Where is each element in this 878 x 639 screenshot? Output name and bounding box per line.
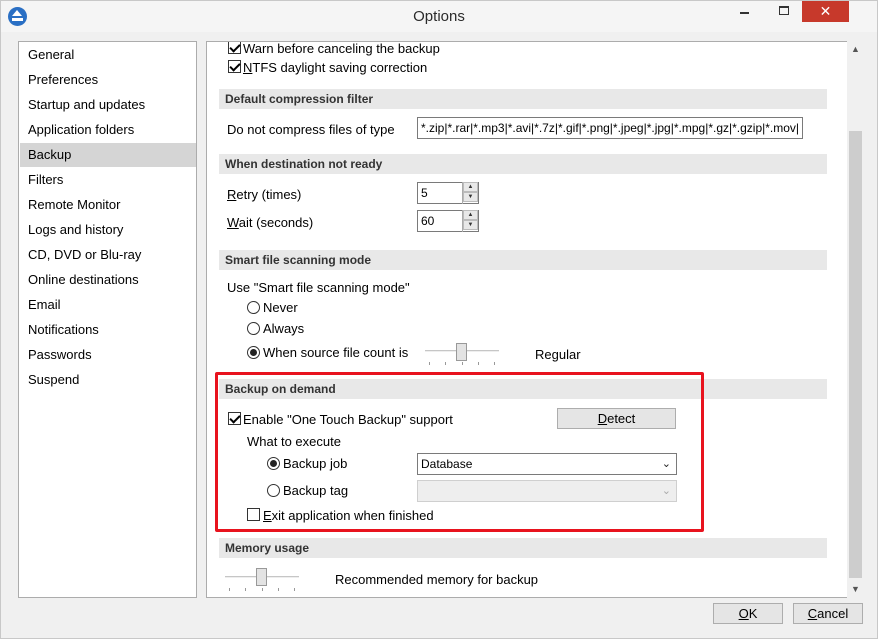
minimize-button[interactable]	[731, 1, 758, 22]
sidebar-item-remote-monitor[interactable]: Remote Monitor	[20, 193, 196, 217]
slider-tick	[229, 588, 230, 591]
sidebar-item-cd-dvd[interactable]: CD, DVD or Blu-ray	[20, 243, 196, 267]
sidebar-item-backup[interactable]: Backup	[20, 143, 196, 167]
smart-scan-count-label: When source file count is	[263, 345, 409, 360]
backup-job-radio[interactable]	[267, 457, 280, 470]
backup-tag-radio[interactable]	[267, 484, 280, 497]
ok-button[interactable]: OK	[713, 603, 783, 624]
wait-spinner[interactable]: ▲ ▼	[462, 210, 478, 232]
slider-tick	[278, 588, 279, 591]
memory-section-header: Memory usage	[219, 538, 827, 558]
warn-cancel-checkbox[interactable]	[228, 42, 241, 54]
sidebar-item-filters[interactable]: Filters	[20, 168, 196, 192]
chevron-down-icon: ⌄	[661, 458, 671, 470]
exit-app-label: Exit application when finished	[263, 508, 434, 523]
smart-scan-prompt: Use "Smart file scanning mode"	[227, 280, 410, 295]
on-demand-section-header: Backup on demand	[219, 379, 827, 399]
ntfs-dst-text: TFS daylight saving correction	[252, 60, 428, 75]
retry-spinner[interactable]: ▲ ▼	[462, 182, 478, 204]
sidebar-item-general[interactable]: General	[20, 43, 196, 67]
smart-scan-never-radio[interactable]	[247, 301, 260, 314]
close-button[interactable]: ✕	[802, 1, 849, 22]
scroll-up-icon[interactable]: ▲	[850, 44, 861, 55]
sidebar-item-startup[interactable]: Startup and updates	[20, 93, 196, 117]
backup-job-label: Backup job	[283, 456, 348, 471]
compression-filter-input[interactable]: *.zip|*.rar|*.mp3|*.avi|*.7z|*.gif|*.png…	[417, 117, 803, 139]
slider-tick	[429, 362, 430, 365]
backup-tag-label: Backup tag	[283, 483, 349, 498]
memory-level-text: Recommended memory for backup	[335, 572, 539, 587]
close-icon: ✕	[819, 3, 832, 19]
backup-settings-panel: Warn before canceling the backup NTFS da…	[206, 41, 864, 598]
spin-up-icon[interactable]: ▲	[463, 210, 478, 220]
backup-tag-select[interactable]: ⌄	[417, 480, 677, 502]
compression-section-header: Default compression filter	[219, 89, 827, 109]
backup-job-value: Database	[421, 457, 473, 471]
what-to-execute-label: What to execute	[247, 434, 341, 449]
smart-scan-count-radio[interactable]	[247, 346, 260, 359]
chevron-down-icon: ⌄	[661, 485, 671, 497]
smart-scan-slider[interactable]	[456, 343, 467, 361]
cancel-button[interactable]: Cancel	[793, 603, 863, 624]
smart-scan-never-label: Never	[263, 300, 298, 315]
sidebar-item-suspend[interactable]: Suspend	[20, 368, 196, 392]
one-touch-label: Enable "One Touch Backup" support	[243, 412, 453, 427]
slider-tick	[245, 588, 246, 591]
scroll-down-icon[interactable]: ▼	[850, 584, 861, 595]
destination-section-header: When destination not ready	[219, 154, 827, 174]
wait-label: Wait (seconds)	[227, 215, 314, 230]
sidebar-item-preferences[interactable]: Preferences	[20, 68, 196, 92]
slider-tick	[462, 362, 463, 365]
scrollbar-thumb[interactable]	[849, 131, 862, 578]
one-touch-checkbox[interactable]	[228, 412, 241, 425]
sidebar-item-online[interactable]: Online destinations	[20, 268, 196, 292]
maximize-button[interactable]	[771, 1, 798, 22]
maximize-icon	[779, 6, 789, 15]
title-bar: Options ✕	[1, 1, 877, 32]
options-nav-list: General Preferences Startup and updates …	[18, 41, 197, 598]
smart-scan-always-radio[interactable]	[247, 322, 260, 335]
exit-app-checkbox[interactable]	[247, 508, 260, 521]
slider-tick	[494, 362, 495, 365]
compression-label: Do not compress files of type	[227, 122, 395, 137]
memory-slider[interactable]	[256, 568, 267, 586]
ntfs-dst-checkbox[interactable]	[228, 60, 241, 73]
slider-tick	[478, 362, 479, 365]
options-window: Options ✕ General Preferences Startup an…	[0, 0, 878, 639]
slider-tick	[262, 588, 263, 591]
smart-scan-level-text: Regular	[535, 347, 581, 362]
sidebar-item-logs[interactable]: Logs and history	[20, 218, 196, 242]
smart-scan-always-label: Always	[263, 321, 305, 336]
sidebar-item-app-folders[interactable]: Application folders	[20, 118, 196, 142]
slider-tick	[294, 588, 295, 591]
smart-scan-section-header: Smart file scanning mode	[219, 250, 827, 270]
sidebar-item-email[interactable]: Email	[20, 293, 196, 317]
spin-up-icon[interactable]: ▲	[463, 182, 478, 192]
spin-down-icon[interactable]: ▼	[463, 220, 478, 230]
slider-tick	[445, 362, 446, 365]
detect-button[interactable]: Detect	[557, 408, 676, 429]
sidebar-item-passwords[interactable]: Passwords	[20, 343, 196, 367]
minimize-icon	[740, 12, 749, 14]
spin-down-icon[interactable]: ▼	[463, 192, 478, 202]
ntfs-dst-label: NTFS daylight saving correction	[243, 60, 428, 75]
backup-job-select[interactable]: Database ⌄	[417, 453, 677, 475]
warn-cancel-label: Warn before canceling the backup	[243, 41, 440, 56]
retry-label: Retry (times)	[227, 187, 302, 202]
content-scrollbar[interactable]: ▲ ▼	[847, 41, 864, 598]
sidebar-item-notifications[interactable]: Notifications	[20, 318, 196, 342]
